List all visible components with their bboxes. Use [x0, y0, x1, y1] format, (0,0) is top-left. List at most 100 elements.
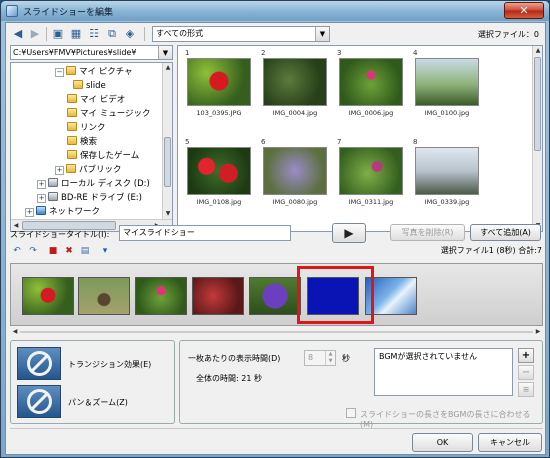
slide-thumbnail[interactable]: [78, 277, 130, 315]
scroll-left-icon[interactable]: ◀: [10, 327, 20, 337]
sort-menu-icon[interactable]: ▾: [98, 244, 112, 258]
expand-icon[interactable]: +: [25, 208, 34, 217]
expand-icon[interactable]: +: [55, 166, 64, 175]
tree-item-saved-games[interactable]: 保存したゲーム: [67, 150, 139, 163]
thumbnail-item[interactable]: 6 IMG_0080.jpg: [259, 138, 331, 214]
folder-tree[interactable]: − マイ ピクチャ slide マイ ビデオ マイ ミュージック リンク 検索 保…: [10, 62, 173, 232]
thumbnail-item[interactable]: 3 IMG_0006.jpg: [335, 49, 407, 125]
rotate-view-icon[interactable]: ⧉: [104, 26, 120, 42]
collapse-icon[interactable]: −: [55, 68, 64, 77]
slide-thumbnail[interactable]: [135, 277, 187, 315]
slideshow-title-label: スライドショータイトル(I):: [10, 230, 110, 239]
play-button[interactable]: ▶: [332, 223, 366, 243]
slide-thumbnail[interactable]: [22, 277, 74, 315]
bgm-settings-button[interactable]: ≡: [518, 382, 534, 397]
tree-item-local-disk-d[interactable]: + ローカル ディスク (D:): [37, 178, 150, 191]
add-all-button[interactable]: すべて追加(A): [470, 224, 541, 241]
tree-item-search[interactable]: 検索: [67, 136, 97, 149]
scroll-up-icon[interactable]: ▲: [533, 46, 542, 56]
large-icons-view-icon[interactable]: ▦: [68, 26, 84, 42]
transition-effect-button[interactable]: [17, 347, 61, 380]
tree-item-label: マイ ピクチャ: [79, 67, 133, 77]
tree-vertical-scrollbar[interactable]: ▲ ▼: [162, 63, 172, 219]
tree-item-network[interactable]: + ネットワーク: [25, 206, 100, 219]
slide-thumbnail[interactable]: [192, 277, 244, 315]
tree-item-public[interactable]: + パブリック: [55, 164, 122, 177]
thumbnail-filename: IMG_0080.jpg: [272, 198, 318, 206]
chevron-down-icon[interactable]: ▼: [315, 27, 329, 41]
thumbnail-number: 4: [413, 49, 418, 57]
per-slide-duration-spinner[interactable]: 8 ▲ ▼: [304, 350, 336, 366]
tree-item-my-music[interactable]: マイ ミュージック: [67, 108, 151, 121]
tree-item-my-videos[interactable]: マイ ビデオ: [67, 94, 125, 107]
thumbnail-item[interactable]: 5 IMG_0108.jpg: [183, 138, 255, 214]
fit-bgm-checkbox[interactable]: [346, 408, 356, 418]
scroll-down-icon[interactable]: ▼: [163, 209, 172, 219]
delete-all-icon[interactable]: ✖: [62, 244, 76, 258]
thumbnail-item[interactable]: 1 103_0395.JPG: [183, 49, 255, 125]
scrollbar-thumb[interactable]: [534, 57, 541, 151]
photo-pink-flower-leaves: [339, 58, 403, 106]
delete-slide-icon[interactable]: ■: [46, 244, 60, 258]
slideshow-preview-icon[interactable]: ◈: [122, 26, 138, 42]
tree-item-label: リンク: [80, 123, 106, 133]
scroll-right-icon[interactable]: ▶: [533, 327, 543, 337]
footer-divider: [10, 428, 543, 429]
thumbnail-number: 1: [185, 49, 190, 57]
slide-thumbnail[interactable]: [249, 277, 301, 315]
rotate-right-icon[interactable]: ↷: [26, 244, 40, 258]
edit-slideshow-window: スライドショーを編集 ✕ ◀ ▶ ▣ ▦ ☷ ⧉ ◈ すべての形式 ▼ 選択ファ…: [0, 0, 550, 458]
slideshow-title-input[interactable]: マイスライドショー: [119, 225, 291, 241]
tree-item-bd-re-drive[interactable]: + BD-RE ドライブ (E:): [37, 192, 142, 205]
tree-item-label: ネットワーク: [49, 207, 101, 217]
back-icon[interactable]: ◀: [10, 26, 26, 42]
thumbnail-filename: IMG_0004.jpg: [272, 109, 318, 117]
path-combobox[interactable]: C:¥Users¥FMV¥Pictures¥slide¥ ▼: [10, 45, 173, 60]
thumbnail-filename: IMG_0006.jpg: [348, 109, 394, 117]
scrollbar-thumb[interactable]: [164, 137, 171, 187]
bgm-list[interactable]: BGMが選択されていません: [374, 348, 513, 396]
thumbnail-number: 6: [261, 138, 266, 146]
folder-up-icon[interactable]: ▣: [50, 26, 66, 42]
pan-zoom-button[interactable]: [17, 385, 61, 418]
tree-item-label: ローカル ディスク (D:): [61, 179, 150, 189]
thumbnail-vertical-scrollbar[interactable]: ▲ ▼: [532, 46, 542, 231]
thumbnail-item[interactable]: 2 IMG_0004.jpg: [259, 49, 331, 125]
add-bgm-button[interactable]: +: [518, 348, 534, 363]
tree-item-label: 保存したゲーム: [80, 151, 140, 161]
tree-item-my-pictures[interactable]: − マイ ピクチャ: [55, 66, 133, 79]
tree-item-label: BD-RE ドライブ (E:): [61, 193, 142, 203]
thumbnail-item[interactable]: 8 IMG_0339.jpg: [411, 138, 483, 214]
forward-icon[interactable]: ▶: [27, 26, 43, 42]
tree-item-slide[interactable]: slide: [73, 80, 106, 93]
scroll-track[interactable]: [20, 331, 533, 333]
tree-item-label: マイ ビデオ: [80, 95, 126, 105]
expand-icon[interactable]: +: [37, 180, 46, 189]
tree-item-links[interactable]: リンク: [67, 122, 106, 135]
thumbnail-item[interactable]: 7 IMG_0311.jpg: [335, 138, 407, 214]
scroll-up-icon[interactable]: ▲: [163, 63, 172, 73]
transition-effect-label: トランジション効果(E): [68, 360, 152, 369]
move-slide-icon[interactable]: ▤: [78, 244, 92, 258]
slide-filmstrip[interactable]: [10, 263, 543, 326]
photo-purple-blossoms: [263, 147, 327, 195]
ok-button[interactable]: OK: [412, 433, 473, 452]
expand-icon[interactable]: +: [37, 194, 46, 203]
photo-green-foliage: [263, 58, 327, 106]
title-bar[interactable]: スライドショーを編集 ✕: [1, 1, 549, 21]
close-button[interactable]: ✕: [504, 2, 544, 19]
pan-zoom-label: パン＆ズーム(Z): [68, 398, 128, 407]
total-duration-label: 全体の時間: 21 秒: [196, 374, 262, 383]
filmstrip-scrollbar[interactable]: ◀ ▶: [10, 327, 543, 337]
chevron-down-icon[interactable]: ▼: [158, 46, 172, 59]
folder-icon: [67, 150, 77, 159]
details-view-icon[interactable]: ☷: [86, 26, 102, 42]
format-filter-select[interactable]: すべての形式 ▼: [152, 26, 330, 42]
cancel-button[interactable]: キャンセル: [478, 433, 542, 452]
remove-bgm-button[interactable]: −: [518, 365, 534, 380]
thumbnail-item[interactable]: 4 IMG_0100.jpg: [411, 49, 483, 125]
rotate-left-icon[interactable]: ↶: [10, 244, 24, 258]
photo-thumbnail-grid[interactable]: 1 103_0395.JPG 2 IMG_0004.jpg 3 IMG_0006…: [177, 45, 543, 232]
spin-arrows-icon[interactable]: ▲ ▼: [325, 351, 335, 365]
remove-photo-button[interactable]: 写真を削除(R): [390, 224, 465, 241]
